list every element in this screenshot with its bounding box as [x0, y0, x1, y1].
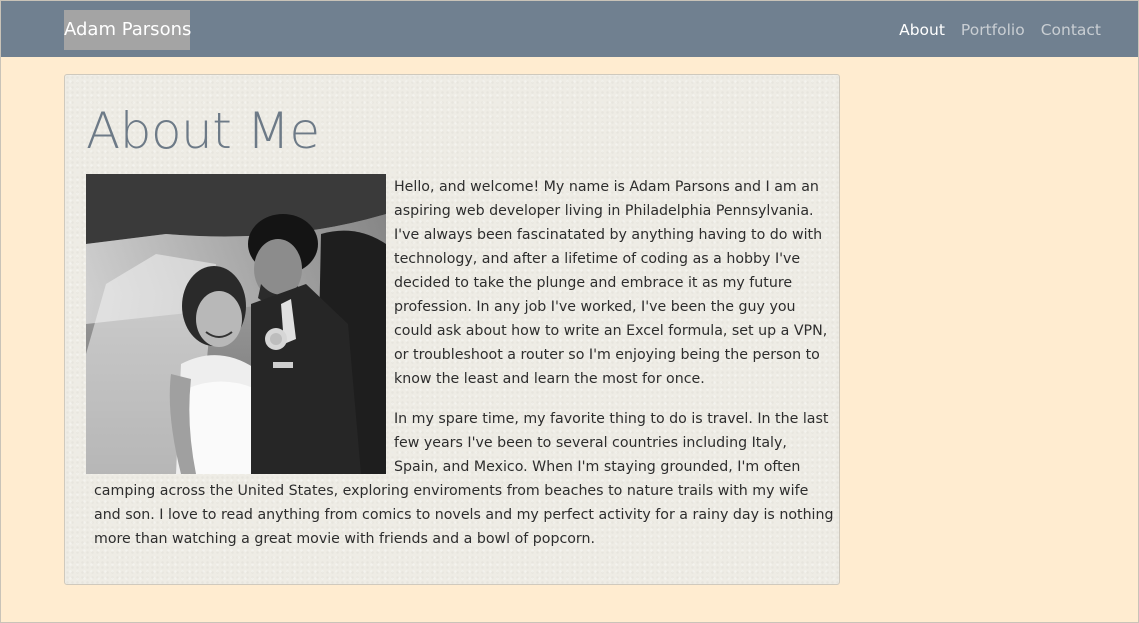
intro-paragraph: Hello, and welcome! My name is Adam Pars… — [394, 179, 828, 387]
nav-link-contact[interactable]: Contact — [1041, 19, 1101, 41]
hobbies-paragraph-part2: camping across the United States, explor… — [94, 483, 834, 547]
nav-link-portfolio[interactable]: Portfolio — [961, 19, 1025, 41]
profile-photo — [86, 174, 386, 474]
nav-link-about[interactable]: About — [899, 19, 945, 41]
page-title: About Me — [86, 102, 320, 160]
about-panel: About Me Hello, and welcome! My name is … — [64, 74, 840, 585]
navbar: Adam Parsons About Portfolio Contact — [1, 1, 1138, 57]
hobbies-paragraph-part1: In my spare time, my favorite thing to d… — [394, 411, 829, 475]
nav-links: About Portfolio Contact — [899, 19, 1101, 41]
brand-link[interactable]: Adam Parsons — [64, 10, 191, 50]
